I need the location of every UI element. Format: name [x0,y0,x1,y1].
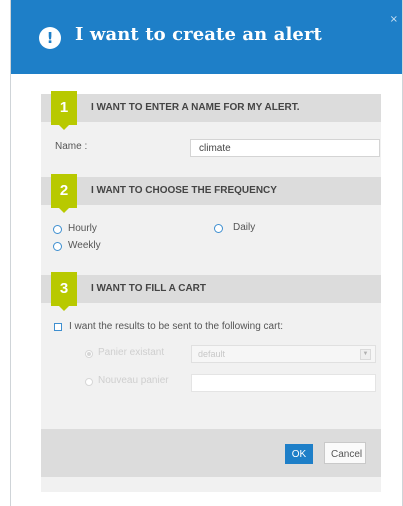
dialog-title: I want to create an alert [75,24,322,45]
close-icon[interactable]: × [390,14,398,25]
existing-cart-label: Panier existant [98,347,165,358]
alert-name-input[interactable] [190,139,380,157]
step-2-badge: 2 [51,174,77,208]
section-1-title: I WANT TO ENTER A NAME FOR MY ALERT. [91,102,300,113]
weekly-radio[interactable] [53,242,62,251]
dialog-footer: OK Cancel [41,429,381,477]
step-3-notch [59,306,69,311]
new-cart-label: Nouveau panier [98,375,169,386]
daily-radio[interactable] [214,224,223,233]
ok-button[interactable]: OK [285,444,313,464]
step-1-badge: 1 [51,91,77,125]
existing-cart-select-value: default [198,349,226,359]
name-label: Name : [55,141,88,152]
hourly-radio[interactable] [53,225,62,234]
chevron-down-icon: ▼ [360,349,371,360]
step-2-notch [59,208,69,213]
send-to-cart-checkbox[interactable] [54,323,62,331]
new-cart-radio[interactable] [85,378,93,386]
new-cart-input[interactable] [191,374,376,392]
daily-label: Daily [233,222,256,233]
send-to-cart-label: I want the results to be sent to the fol… [69,321,284,332]
cancel-button[interactable]: Cancel [324,442,366,464]
exclamation-icon: ! [39,27,61,49]
section-3-title: I WANT TO FILL A CART [91,283,206,294]
section-2-title: I WANT TO CHOOSE THE FREQUENCY [91,185,277,196]
weekly-label: Weekly [68,240,101,251]
hourly-label: Hourly [68,223,97,234]
step-1-notch [59,125,69,130]
create-alert-dialog: ! I want to create an alert × 1 I WANT T… [10,0,403,506]
step-3-badge: 3 [51,272,77,306]
existing-cart-radio[interactable] [85,350,93,358]
dialog-content: 1 I WANT TO ENTER A NAME FOR MY ALERT. N… [41,91,381,492]
existing-cart-select[interactable]: default ▼ [191,345,376,363]
dialog-header: ! I want to create an alert × [11,0,402,74]
